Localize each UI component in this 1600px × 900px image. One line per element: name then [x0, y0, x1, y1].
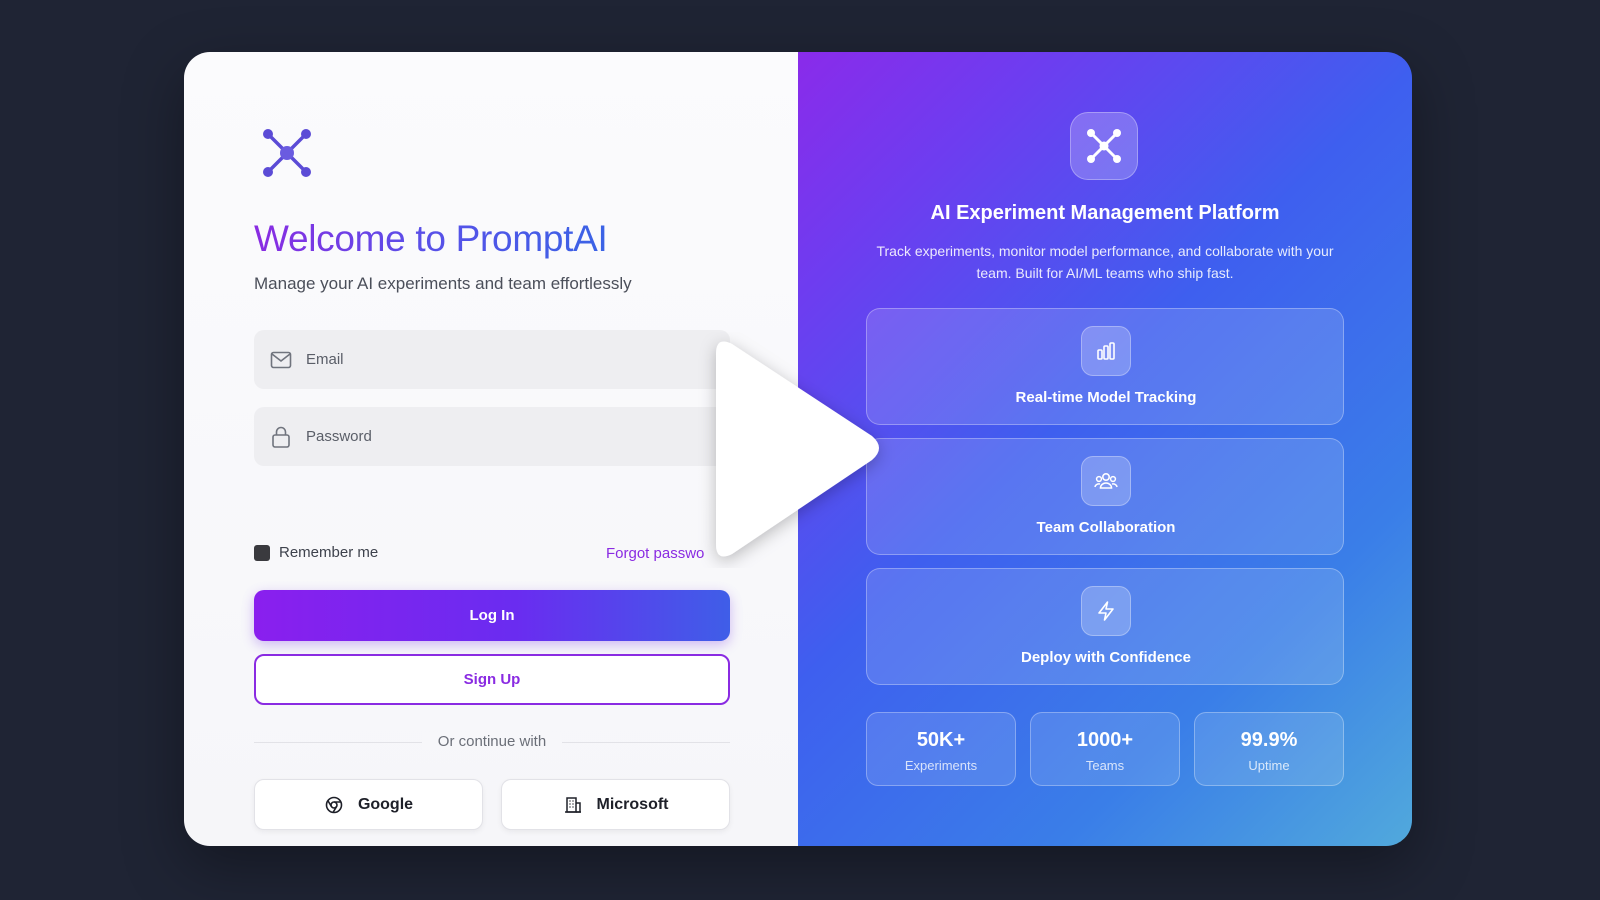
stat-label: Experiments	[904, 758, 978, 773]
email-field[interactable]	[254, 330, 730, 389]
play-icon[interactable]	[696, 332, 896, 568]
stat-value: 50K+	[916, 729, 966, 751]
feature-label: Real-time Model Tracking	[1015, 389, 1197, 406]
login-button[interactable]: Log In	[254, 590, 730, 641]
lightning-icon	[1081, 586, 1131, 636]
feature-card: Deploy with Confidence	[866, 568, 1344, 685]
page-title: Welcome to PromptAI	[254, 218, 608, 259]
mail-icon	[270, 349, 292, 371]
password-input[interactable]	[306, 428, 706, 445]
remember-label: Remember me	[279, 544, 379, 561]
bar-chart-icon	[1081, 326, 1131, 376]
feature-card: Team Collaboration	[866, 438, 1344, 555]
password-field[interactable]	[254, 407, 730, 466]
google-button[interactable]: Google	[254, 779, 483, 830]
promo-title: AI Experiment Management Platform	[930, 202, 1280, 224]
stat-value: 1000+	[1076, 729, 1134, 751]
divider-label-wrap: Or continue with	[184, 733, 800, 750]
page-subtitle: Manage your AI experiments and team effo…	[254, 274, 632, 293]
stat-value: 99.9%	[1240, 729, 1298, 751]
stat-label: Teams	[1085, 758, 1125, 773]
network-icon	[1087, 129, 1121, 163]
divider-label: Or continue with	[421, 733, 563, 750]
users-icon	[1081, 456, 1131, 506]
stat-card: 1000+ Teams	[1030, 712, 1180, 786]
email-input[interactable]	[306, 351, 706, 368]
remember-me-row[interactable]: Remember me	[254, 544, 378, 561]
feature-card: Real-time Model Tracking	[866, 308, 1344, 425]
feature-label: Team Collaboration	[1036, 519, 1176, 536]
promptai-logo-icon	[263, 129, 311, 177]
feature-label: Deploy with Confidence	[1020, 649, 1191, 666]
microsoft-label: Microsoft	[596, 795, 669, 813]
lock-icon	[270, 426, 292, 448]
building-icon	[563, 795, 583, 815]
stat-card: 99.9% Uptime	[1194, 712, 1344, 786]
promo-description: Track experiments, monitor model perform…	[876, 243, 1334, 281]
remember-checkbox[interactable]	[254, 544, 270, 561]
promo-logo	[1070, 112, 1138, 180]
google-label: Google	[357, 795, 414, 813]
stat-label: Uptime	[1248, 758, 1290, 773]
stat-card: 50K+ Experiments	[866, 712, 1016, 786]
microsoft-button[interactable]: Microsoft	[501, 779, 730, 830]
chrome-icon	[324, 795, 344, 815]
forgot-password-link[interactable]: Forgot passwo	[606, 545, 704, 562]
signup-button[interactable]: Sign Up	[254, 654, 730, 705]
